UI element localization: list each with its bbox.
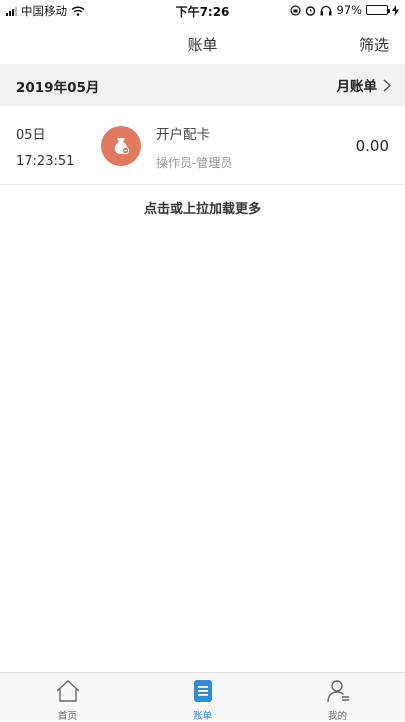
bill-icon xyxy=(193,680,212,702)
load-more-button[interactable]: 点击或上拉加载更多 xyxy=(0,198,405,217)
filter-button[interactable]: 筛选 xyxy=(359,34,389,55)
tab-bar: 首页 账单 我的 xyxy=(0,672,405,722)
monthly-bill-link[interactable]: 月账单 xyxy=(336,75,391,95)
tab-mine[interactable]: 我的 xyxy=(270,673,405,722)
status-right: 97% xyxy=(290,3,399,17)
charging-icon xyxy=(392,4,399,16)
page-title: 账单 xyxy=(187,36,218,54)
headphones-icon xyxy=(320,5,332,15)
bill-title: 开户配卡 xyxy=(156,127,210,143)
battery-percent: 97% xyxy=(336,3,362,17)
lock-rotation-icon xyxy=(290,4,302,16)
bill-amount: 0.00 xyxy=(355,137,389,155)
tab-home[interactable]: 首页 xyxy=(0,673,135,722)
alarm-icon xyxy=(306,5,316,16)
monthly-bill-label: 月账单 xyxy=(336,79,378,95)
bill-operator: 操作员-管理员 xyxy=(156,156,233,170)
bill-date: 05日 xyxy=(16,128,46,143)
user-icon xyxy=(326,680,349,703)
month-label: 2019年05月 xyxy=(16,80,100,96)
tab-bill[interactable]: 账单 xyxy=(135,673,270,722)
money-bag-icon xyxy=(101,126,141,166)
month-header: 2019年05月 月账单 xyxy=(0,64,405,106)
home-icon xyxy=(56,680,79,702)
status-bar: 中国移动 下午7:26 97% xyxy=(0,0,405,22)
nav-bar: 账单 筛选 xyxy=(0,22,405,64)
chevron-right-icon xyxy=(383,78,391,92)
battery-icon xyxy=(366,5,390,15)
bill-row[interactable]: 05日 17:23:51 开户配卡 操作员-管理员 0.00 xyxy=(0,106,405,185)
bill-time: 17:23:51 xyxy=(16,154,75,169)
